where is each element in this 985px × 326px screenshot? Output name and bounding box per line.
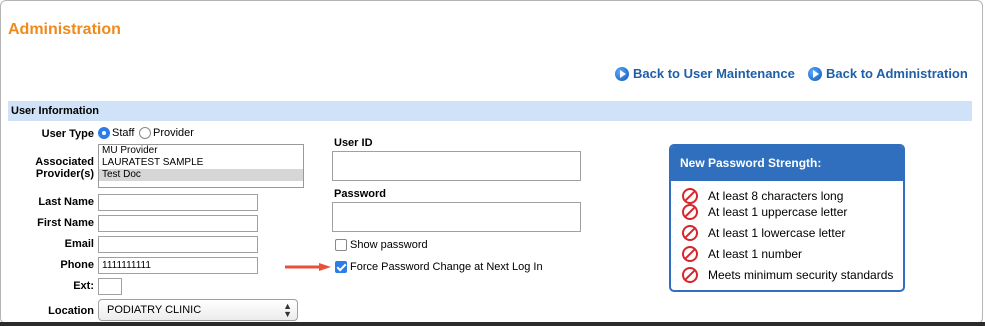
password-label: Password [334,188,386,200]
prohibited-icon [682,225,698,241]
associated-providers-label: Associated Provider(s) [35,156,94,180]
phone-label: Phone [60,259,94,271]
prohibited-icon [682,188,698,204]
list-item-selected[interactable]: Test Doc [99,169,303,181]
show-password-label: Show password [350,239,428,251]
circle-arrow-right-icon [615,66,629,81]
location-label: Location [48,305,94,317]
page-title: Administration [8,21,121,38]
password-rule: At least 8 characters long [682,188,843,204]
last-name-input[interactable] [98,194,258,211]
user-type-provider-label: Provider [153,127,194,139]
password-input[interactable] [332,202,581,232]
back-to-administration-label: Back to Administration [826,66,968,81]
location-value: PODIATRY CLINIC [107,304,202,316]
password-strength-header: New Password Strength: [671,146,903,181]
user-information-header: User Information [8,101,972,121]
last-name-label: Last Name [38,196,94,208]
password-rule-text: At least 8 characters long [708,189,844,203]
password-rule-text: At least 1 number [708,247,803,261]
back-to-user-maintenance-link[interactable]: Back to User Maintenance [615,66,795,81]
red-arrow-icon [285,263,331,271]
prohibited-icon [682,204,698,220]
user-type-provider-radio[interactable] [139,127,151,139]
first-name-input[interactable] [98,215,258,232]
ext-label: Ext: [73,280,94,292]
password-rule: At least 1 number [682,246,802,262]
ext-input[interactable] [98,278,122,295]
password-rule: At least 1 uppercase letter [682,204,847,220]
prohibited-icon [682,246,698,262]
password-strength-panel: New Password Strength: At least 8 charac… [669,144,905,292]
frame-bottom-border [0,322,985,326]
back-to-administration-link[interactable]: Back to Administration [808,66,968,81]
force-password-change-label: Force Password Change at Next Log In [350,261,543,273]
password-rule-text: Meets minimum security standards [708,268,894,282]
password-rule-text: At least 1 uppercase letter [708,205,848,219]
user-id-label: User ID [334,137,373,149]
email-input[interactable] [98,236,258,253]
user-type-label: User Type [41,128,94,140]
select-arrows-icon: ▲ ▼ [283,301,292,319]
user-type-staff-radio[interactable] [98,127,110,139]
back-to-user-maintenance-label: Back to User Maintenance [633,66,795,81]
prohibited-icon [682,267,698,283]
show-password-checkbox[interactable] [335,239,347,251]
circle-arrow-right-icon [808,66,822,81]
first-name-label: First Name [37,217,94,229]
force-password-change-checkbox[interactable] [335,261,347,273]
password-rule: At least 1 lowercase letter [682,225,845,241]
email-label: Email [64,238,94,250]
password-rule-text: At least 1 lowercase letter [708,226,846,240]
password-rule: Meets minimum security standards [682,267,893,283]
list-item[interactable]: LAURATEST SAMPLE [99,157,303,169]
password-strength-title: New Password Strength: [680,156,822,170]
associated-providers-listbox[interactable]: MU Provider LAURATEST SAMPLE Test Doc [98,144,304,188]
list-item[interactable]: MU Provider [99,145,303,157]
user-id-input[interactable] [332,151,581,181]
phone-input[interactable]: 1111111111 [98,257,258,274]
user-type-staff-label: Staff [112,127,135,139]
location-select[interactable]: PODIATRY CLINIC ▲ ▼ [98,299,298,321]
section-title: User Information [11,105,100,117]
